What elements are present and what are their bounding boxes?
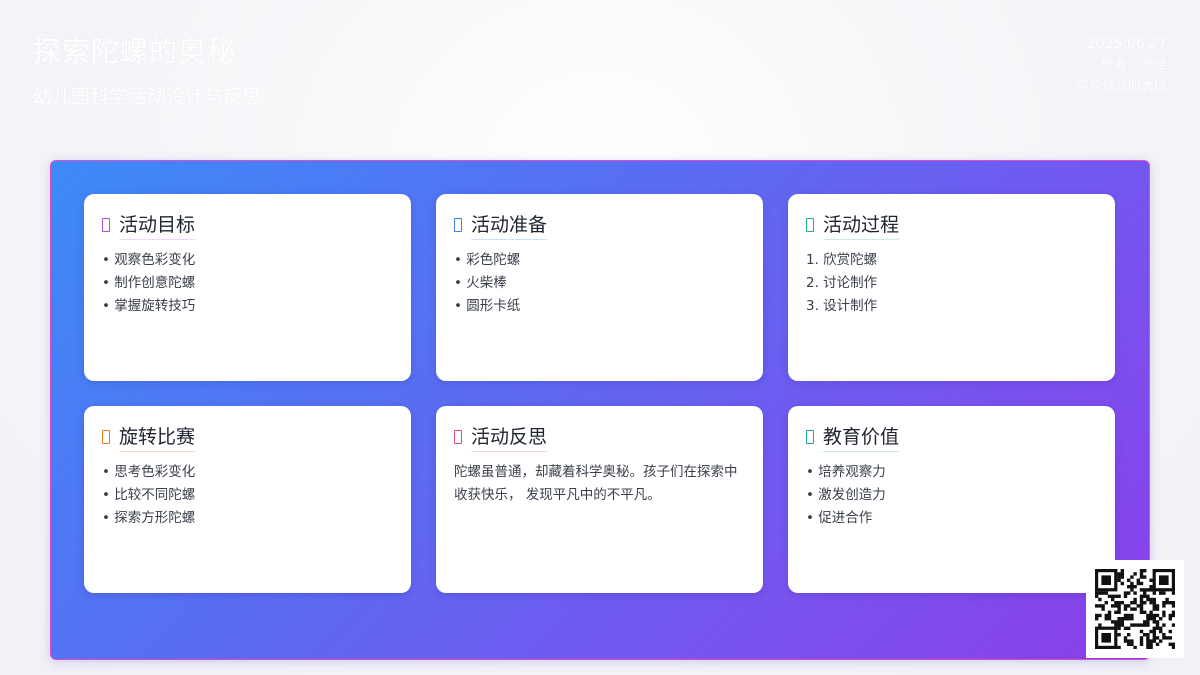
- card-icon-5: [806, 430, 814, 444]
- card-icon-4: [454, 430, 462, 444]
- card-list: 1. 欣赏陀螺 2. 讨论制作 3. 设计制作: [806, 249, 1097, 318]
- card-activity-process: 活动过程 1. 欣赏陀螺 2. 讨论制作 3. 设计制作: [788, 194, 1115, 381]
- card-title: 活动反思: [471, 422, 548, 452]
- header-name-1: 张晓: [1140, 58, 1167, 73]
- card-activity-prep: 活动准备 • 彩色陀螺 • 火柴棒 • 圆形卡纸: [436, 194, 763, 381]
- qr-code-graphic: [1095, 569, 1175, 649]
- header-names: 作者 张晓: [1076, 55, 1167, 76]
- list-item: • 圆形卡纸: [454, 298, 521, 314]
- list-item: 2. 讨论制作: [806, 275, 878, 291]
- card-activity-reflection: 活动反思 陀螺虽普通，却藏着科学奥秘。孩子们在探索中收获快乐， 发现平凡中的不平…: [436, 406, 763, 593]
- card-title: 活动过程: [823, 210, 900, 240]
- page-subtitle: 幼儿园科学活动设计与反思: [33, 86, 262, 108]
- list-item: • 观察色彩变化: [102, 252, 196, 268]
- card-educational-value: 教育价值 • 培养观察力 • 激发创造力 • 促进合作: [788, 406, 1115, 593]
- list-item: • 制作创意陀螺: [102, 275, 196, 291]
- card-list: • 观察色彩变化 • 制作创意陀螺 • 掌握旋转技巧: [102, 249, 393, 318]
- page-title: 探索陀螺的奥秘: [33, 35, 237, 68]
- card-icon-3: [102, 430, 110, 444]
- card-title: 旋转比赛: [119, 422, 196, 452]
- card-list: • 培养观察力 • 激发创造力 • 促进合作: [806, 461, 1097, 530]
- list-item: • 促进合作: [806, 510, 873, 526]
- list-item: • 火柴棒: [454, 275, 507, 291]
- card-list: • 思考色彩变化 • 比较不同陀螺 • 探索方形陀螺: [102, 461, 393, 530]
- list-item: • 培养观察力: [806, 464, 886, 480]
- list-item: 1. 欣赏陀螺: [806, 252, 878, 268]
- list-item: • 激发创造力: [806, 487, 886, 503]
- card-list: • 彩色陀螺 • 火柴棒 • 圆形卡纸: [454, 249, 745, 318]
- card-activity-goals: 活动目标 • 观察色彩变化 • 制作创意陀螺 • 掌握旋转技巧: [84, 194, 411, 381]
- list-item: 3. 设计制作: [806, 298, 878, 314]
- list-item: • 掌握旋转技巧: [102, 298, 196, 314]
- header-name-0: 作者: [1100, 58, 1127, 73]
- card-icon-2: [806, 218, 814, 232]
- card-title: 活动准备: [471, 210, 548, 240]
- list-item: • 彩色陀螺: [454, 252, 521, 268]
- card-paragraph: 陀螺虽普通，却藏着科学奥秘。孩子们在探索中收获快乐， 发现平凡中的不平凡。: [454, 464, 738, 503]
- header-meta: 2025.06.27 作者 张晓 实验幼儿园大班: [1076, 34, 1167, 97]
- card-icon-0: [102, 218, 110, 232]
- qr-code-icon[interactable]: [1086, 560, 1184, 658]
- card-spin-contest: 旋转比赛 • 思考色彩变化 • 比较不同陀螺 • 探索方形陀螺: [84, 406, 411, 593]
- list-item: • 思考色彩变化: [102, 464, 196, 480]
- content-panel: 活动目标 • 观察色彩变化 • 制作创意陀螺 • 掌握旋转技巧 活动准备 • 彩…: [50, 160, 1150, 660]
- list-item: • 探索方形陀螺: [102, 510, 196, 526]
- list-item: • 比较不同陀螺: [102, 487, 196, 503]
- card-icon-1: [454, 218, 462, 232]
- header-date: 2025.06.27: [1086, 36, 1167, 52]
- card-title: 教育价值: [823, 422, 900, 452]
- header-school: 实验幼儿园大班: [1075, 79, 1167, 94]
- card-title: 活动目标: [119, 210, 196, 240]
